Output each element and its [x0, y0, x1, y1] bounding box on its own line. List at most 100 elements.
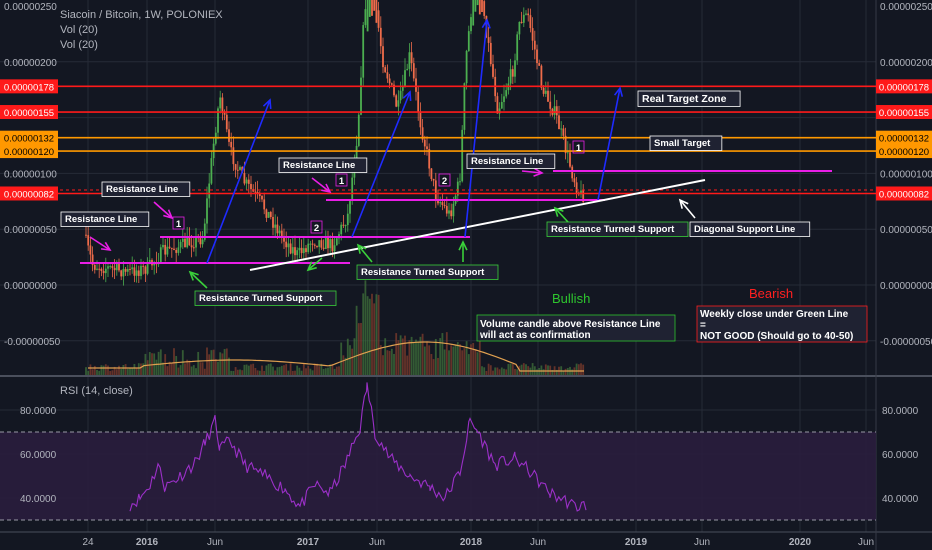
- volume-bar: [164, 354, 167, 375]
- volume-bar: [210, 350, 213, 375]
- volume-bar: [217, 361, 219, 375]
- candle-body: [208, 183, 211, 199]
- diagonal-support-label: Diagonal Support Line: [694, 224, 795, 235]
- candle-body: [569, 152, 571, 167]
- candle-body: [349, 200, 351, 214]
- candle-body: [439, 202, 442, 204]
- volume-bar: [272, 366, 274, 375]
- volume-bar: [300, 370, 303, 375]
- candle-body: [285, 241, 288, 248]
- bearish-label: Bearish: [749, 286, 793, 301]
- volume-bar: [318, 366, 321, 375]
- volume-bar: [122, 364, 125, 375]
- volume-bar: [577, 364, 580, 375]
- candle-body: [538, 63, 541, 66]
- x-tick: 24: [82, 537, 94, 548]
- volume-bar: [276, 367, 279, 375]
- candle-body: [250, 183, 252, 190]
- wave-number: 2: [442, 176, 447, 187]
- volume-bar: [289, 363, 292, 375]
- volume-bar: [212, 349, 215, 375]
- volume-bar: [463, 348, 466, 375]
- volume-bar: [247, 365, 250, 375]
- volume-bar: [454, 344, 457, 375]
- volume-bar: [445, 332, 448, 375]
- volume-bar: [307, 365, 310, 375]
- candle-body: [434, 180, 437, 200]
- volume-bar: [503, 368, 505, 375]
- volume-bar: [346, 338, 349, 375]
- candle-body: [122, 268, 125, 277]
- price-level-value-left: 0.00000120: [4, 147, 54, 158]
- rsi-tick-right: 60.0000: [882, 450, 919, 461]
- volume-bar: [375, 294, 378, 375]
- candle-body: [382, 46, 384, 68]
- candle-body: [305, 248, 307, 253]
- candle-body: [441, 202, 444, 205]
- volume-bar: [155, 359, 158, 375]
- price-level-value-right: 0.00000082: [879, 189, 929, 200]
- candle-body: [278, 230, 281, 234]
- candle-body: [430, 168, 433, 179]
- candle-body: [509, 69, 512, 84]
- volume-bar: [377, 294, 380, 375]
- candle-body: [245, 179, 248, 184]
- volume-bar: [230, 370, 233, 375]
- candle-body: [159, 247, 162, 263]
- resistance-turned-support-label: Resistance Turned Support: [551, 224, 675, 235]
- price-level-value-left: 0.00000155: [4, 108, 54, 119]
- candle-body: [566, 152, 569, 154]
- candle-body: [118, 263, 120, 271]
- volume-bar: [498, 369, 501, 375]
- volume-bar: [421, 333, 424, 375]
- candle-body: [239, 167, 241, 170]
- x-tick: Jun: [858, 537, 874, 548]
- volume-bar: [203, 368, 206, 375]
- candle-body: [467, 31, 470, 51]
- volume-bar: [278, 366, 281, 375]
- volume-bar: [450, 345, 453, 375]
- x-tick: 2018: [460, 537, 483, 548]
- volume-bar: [188, 360, 191, 375]
- candle-body: [113, 267, 116, 271]
- volume-bar: [384, 338, 387, 375]
- candle-body: [289, 243, 292, 254]
- volume-bar: [250, 364, 252, 375]
- volume-bar: [197, 351, 200, 375]
- volume-bar: [487, 363, 490, 375]
- real-target-zone-label: Real Target Zone: [642, 93, 727, 105]
- candle-body: [135, 270, 138, 276]
- bullish-label: Bullish: [552, 291, 590, 306]
- rsi-tick-right: 80.0000: [882, 406, 919, 417]
- resistance-line-label: Resistance Line: [65, 214, 137, 225]
- volume-bar: [232, 370, 235, 375]
- volume-bar: [531, 363, 534, 375]
- volume-bar: [481, 366, 483, 375]
- resistance-turned-support-label: Resistance Turned Support: [361, 267, 485, 278]
- price-chart[interactable]: 0.00000250 0.00000250 0.00000200 0.00000200…: [0, 0, 932, 550]
- candle-body: [179, 241, 182, 248]
- candle-body: [313, 244, 316, 246]
- candle-body: [516, 34, 519, 61]
- volume-bar: [511, 363, 514, 375]
- volume-bar: [428, 345, 431, 375]
- volume-bar: [415, 339, 417, 375]
- candle-body: [232, 147, 235, 165]
- candle-body: [388, 78, 391, 84]
- weekly-note-line1: Weekly close under Green Line: [700, 309, 849, 320]
- volume-bar: [146, 360, 149, 375]
- volume-bar: [520, 364, 523, 375]
- volume-bar: [184, 363, 186, 375]
- volume-bar: [265, 365, 268, 375]
- candle-body: [342, 224, 345, 226]
- volume-bar: [305, 368, 307, 375]
- volume-bar: [311, 370, 314, 375]
- resistance-line-label: Resistance Line: [471, 156, 543, 167]
- candle-body: [432, 178, 435, 181]
- candle-body: [366, 0, 369, 32]
- volume-bar: [151, 353, 153, 375]
- volume-bar: [386, 350, 389, 375]
- volume-bar: [461, 350, 464, 375]
- candle-body: [520, 21, 523, 23]
- candle-body: [575, 182, 578, 193]
